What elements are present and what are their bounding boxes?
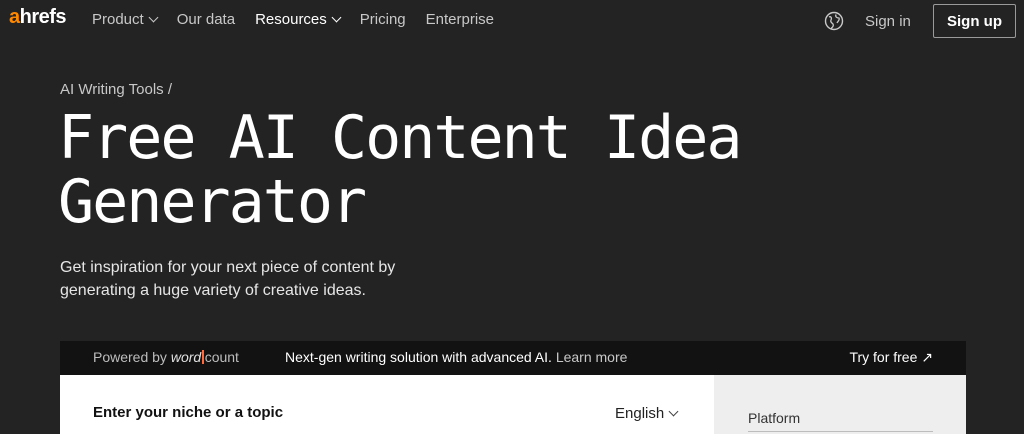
title-line-1: Free AI Content Idea [58,103,742,173]
logo-accent: a [9,6,20,28]
idea-generator-form: Enter your niche or a topic English [60,375,714,434]
promo-text: Next-gen writing solution with advanced … [285,349,552,365]
sign-up-button[interactable]: Sign up [933,4,1016,38]
ahrefs-logo[interactable]: ahrefs [9,6,67,29]
page-subtitle: Get inspiration for your next piece of c… [60,259,396,299]
nav-item-our-data[interactable]: Our data [177,11,235,28]
nav-item-label: Enterprise [425,11,495,28]
nav-links: Product Our data Resources Pricing Enter… [92,11,514,28]
chevron-down-icon [148,12,159,23]
powered-by[interactable]: Powered by word count [93,349,239,365]
promo-bar: Powered by word count Next-gen writing so… [60,341,966,375]
language-value: English [615,405,665,422]
wordcount-logo-count: count [204,349,239,365]
nav-item-label: Our data [176,11,236,28]
learn-more-link[interactable]: Learn more [556,349,628,365]
nav-item-label: Pricing [359,11,406,28]
niche-label: Enter your niche or a topic [93,404,284,421]
sign-in-link[interactable]: Sign in [865,13,911,30]
logo-text: hrefs [19,6,67,28]
page-title: Free AI Content Idea Generator [58,106,818,234]
nav-item-pricing[interactable]: Pricing [360,11,406,28]
platform-label: Platform [748,410,801,426]
globe-icon[interactable] [824,11,844,31]
nav-item-label: Product [92,11,144,28]
nav-item-resources[interactable]: Resources [255,11,342,28]
wordcount-logo-word: word [170,349,202,365]
nav-item-enterprise[interactable]: Enterprise [426,11,494,28]
text-cursor-icon [202,350,204,364]
chevron-down-icon [668,406,679,417]
top-nav: ahrefs Product Our data Resources Pricin… [0,0,1024,42]
language-select[interactable]: English [615,405,679,422]
settings-panel: Platform [714,375,966,434]
nav-item-product[interactable]: Product [92,11,159,28]
nav-item-label: Resources [255,11,327,28]
try-for-free-link[interactable]: Try for free ↗ [849,349,933,366]
title-line-2: Generator [58,167,367,237]
chevron-down-icon [331,12,342,23]
breadcrumb[interactable]: AI Writing Tools / [60,81,172,98]
powered-by-label: Powered by [93,349,171,365]
promo-message: Next-gen writing solution with advanced … [285,349,627,365]
